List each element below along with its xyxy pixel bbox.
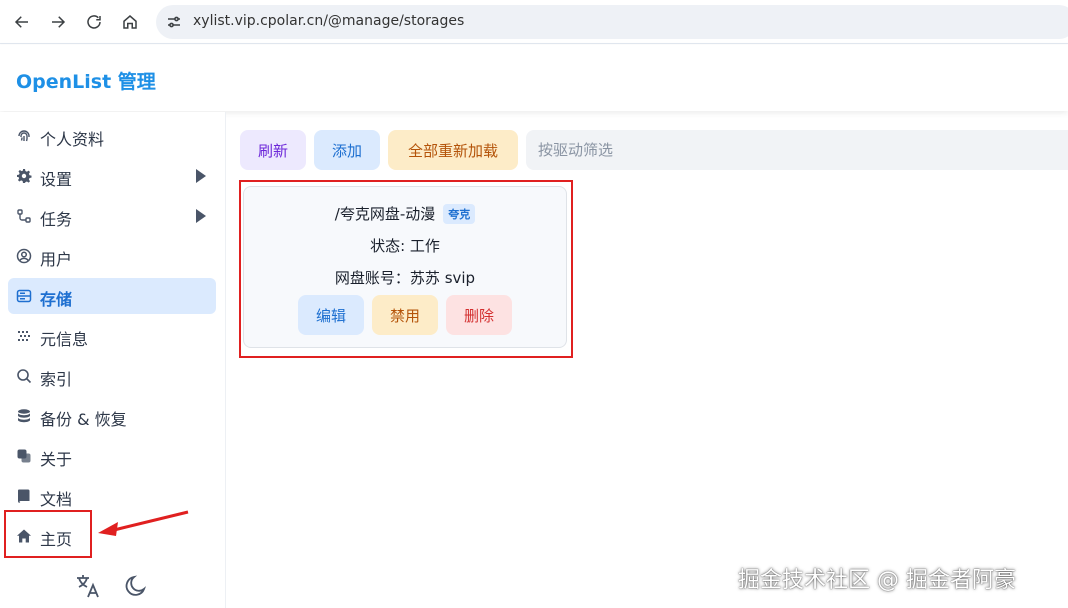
search-icon [17,369,32,384]
page-title: OpenList 管理 [16,71,156,93]
sidebar-item-label: 任务 [40,210,73,229]
book-icon [18,489,30,503]
sidebar-item-label: 个人资料 [40,130,105,149]
driver-filter-input[interactable] [526,130,1068,170]
back-icon[interactable] [10,10,34,34]
storage-status: 状态: 工作 [370,237,440,255]
chevron-right-icon [196,209,206,223]
user-circle-icon [16,248,32,264]
sidebar-item-users[interactable]: 用户 [8,238,216,274]
home-highlight-box [4,510,92,558]
browser-toolbar: xylist.vip.cpolar.cn/@manage/storages [0,0,1068,44]
translate-icon[interactable] [74,572,102,600]
delete-button[interactable]: 删除 [446,295,512,335]
copy-icon [17,449,31,463]
sidebar-item-settings[interactable]: 设置 [8,158,216,194]
sidebar-item-label: 关于 [40,450,73,469]
sidebar-item-label: 存储 [40,290,73,309]
sidebar-item-label: 文档 [40,490,73,509]
sidebar-item-about[interactable]: 关于 [8,438,216,474]
sidebar-item-storage[interactable]: 存储 [8,278,216,314]
sidebar-item-label: 设置 [40,170,73,189]
storage-remark: 网盘账号：苏苏 svip [334,269,476,287]
add-button[interactable]: 添加 [314,130,380,170]
storage-mount-path: /夸克网盘-动漫 [334,205,436,223]
watermark: 掘金技术社区 @ 掘金者阿豪 [738,568,1016,593]
sidebar-item-label: 索引 [40,370,73,389]
backup-icon [18,409,30,423]
disable-button[interactable]: 禁用 [372,295,438,335]
sidebar-item-metas[interactable]: 元信息 [8,318,216,354]
forward-icon[interactable] [46,10,70,34]
reload-all-button[interactable]: 全部重新加载 [388,130,518,170]
sidebar-item-backup-restore[interactable]: 备份 & 恢复 [8,398,216,434]
fingerprint-icon [18,130,30,142]
address-bar[interactable]: xylist.vip.cpolar.cn/@manage/storages [156,5,1068,39]
moon-icon[interactable] [122,572,150,600]
meta-icon [18,331,30,341]
site-settings-icon[interactable] [166,14,182,30]
refresh-button[interactable]: 刷新 [240,130,306,170]
sidebar-item-index[interactable]: 索引 [8,358,216,394]
edit-button[interactable]: 编辑 [298,295,364,335]
url-text: xylist.vip.cpolar.cn/@manage/storages [193,13,465,29]
storage-card: /夸克网盘-动漫 夸克 状态: 工作 网盘账号：苏苏 svip 编辑 禁用 删除 [243,186,567,348]
sidebar-item-tasks[interactable]: 任务 [8,198,216,234]
sidebar-item-label: 用户 [40,250,73,269]
driver-badge: 夸克 [443,203,476,224]
reload-icon[interactable] [82,10,106,34]
tasks-icon [17,209,31,223]
main-content: 刷新 添加 全部重新加载 /夸克网盘-动漫 夸克 状态: 工作 网盘账号：苏苏 … [227,112,1068,608]
home-browser-icon[interactable] [118,10,142,34]
red-arrow-annotation [98,510,189,536]
app-header: OpenList 管理 [0,45,1068,111]
sidebar-item-profile[interactable]: 个人资料 [8,118,216,154]
chevron-right-icon [196,169,206,183]
sidebar-item-label: 备份 & 恢复 [40,410,127,429]
sidebar-item-label: 元信息 [40,330,89,349]
database-icon [16,289,32,303]
gear-icon [17,169,32,183]
storage-title-row: /夸克网盘-动漫 夸克 [244,203,566,224]
